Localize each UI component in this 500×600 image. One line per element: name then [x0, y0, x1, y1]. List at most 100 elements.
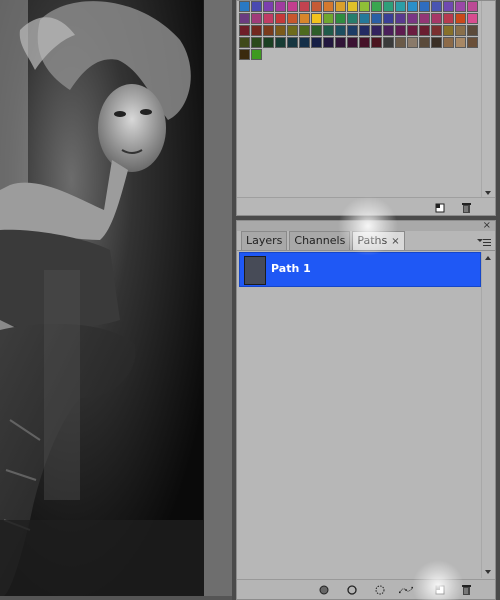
color-swatch[interactable]: [323, 13, 334, 24]
color-swatch[interactable]: [239, 25, 250, 36]
color-swatch[interactable]: [299, 37, 310, 48]
color-swatch[interactable]: [431, 1, 442, 12]
color-swatch[interactable]: [275, 37, 286, 48]
color-swatch[interactable]: [299, 1, 310, 12]
color-swatch[interactable]: [371, 25, 382, 36]
color-swatch[interactable]: [359, 1, 370, 12]
scroll-down-arrow-icon[interactable]: [485, 570, 491, 574]
color-swatch[interactable]: [251, 25, 262, 36]
color-swatch[interactable]: [383, 25, 394, 36]
color-swatch[interactable]: [251, 37, 262, 48]
color-swatch[interactable]: [395, 1, 406, 12]
color-swatch[interactable]: [335, 37, 346, 48]
color-swatch[interactable]: [323, 1, 334, 12]
make-work-path-icon[interactable]: [399, 583, 413, 597]
color-swatch[interactable]: [407, 1, 418, 12]
stroke-path-icon[interactable]: [345, 583, 359, 597]
fill-path-icon[interactable]: [317, 583, 331, 597]
color-swatch[interactable]: [455, 13, 466, 24]
color-swatch[interactable]: [443, 37, 454, 48]
color-swatch[interactable]: [443, 13, 454, 24]
swatches-scrollbar[interactable]: [481, 1, 493, 197]
color-swatch[interactable]: [371, 37, 382, 48]
color-swatch[interactable]: [467, 25, 478, 36]
color-swatch[interactable]: [467, 1, 478, 12]
color-swatch[interactable]: [359, 25, 370, 36]
new-path-icon[interactable]: [433, 583, 447, 597]
paths-scrollbar[interactable]: [481, 252, 493, 578]
tab-layers[interactable]: Layers: [241, 231, 288, 250]
color-swatch[interactable]: [407, 13, 418, 24]
color-swatch[interactable]: [275, 25, 286, 36]
color-swatch[interactable]: [407, 37, 418, 48]
color-swatch[interactable]: [419, 25, 430, 36]
color-swatch[interactable]: [383, 1, 394, 12]
tab-close-icon[interactable]: ×: [391, 236, 399, 247]
color-swatch[interactable]: [287, 25, 298, 36]
color-swatch[interactable]: [263, 25, 274, 36]
color-swatch[interactable]: [383, 37, 394, 48]
color-swatch[interactable]: [239, 1, 250, 12]
scroll-down-arrow-icon[interactable]: [485, 191, 491, 195]
color-swatch[interactable]: [263, 1, 274, 12]
color-swatch[interactable]: [395, 25, 406, 36]
color-swatch[interactable]: [407, 25, 418, 36]
color-swatch[interactable]: [455, 37, 466, 48]
color-swatch[interactable]: [323, 37, 334, 48]
color-swatch[interactable]: [443, 25, 454, 36]
color-swatch[interactable]: [323, 25, 334, 36]
color-swatch[interactable]: [287, 13, 298, 24]
color-swatch[interactable]: [419, 1, 430, 12]
path-row[interactable]: Path 1: [239, 252, 481, 287]
document-canvas[interactable]: [0, 0, 232, 600]
tab-channels[interactable]: Channels: [289, 231, 351, 250]
panel-close-button[interactable]: ×: [483, 221, 491, 231]
panel-menu-icon[interactable]: [477, 237, 491, 247]
color-swatch[interactable]: [431, 13, 442, 24]
color-swatch[interactable]: [347, 1, 358, 12]
color-swatch[interactable]: [251, 49, 262, 60]
color-swatch[interactable]: [359, 37, 370, 48]
color-swatch[interactable]: [347, 25, 358, 36]
color-swatch[interactable]: [395, 13, 406, 24]
color-swatch[interactable]: [239, 37, 250, 48]
color-swatch[interactable]: [311, 1, 322, 12]
color-swatch[interactable]: [263, 13, 274, 24]
color-swatch[interactable]: [347, 37, 358, 48]
trash-icon[interactable]: [459, 201, 473, 215]
color-swatch[interactable]: [239, 49, 250, 60]
color-swatch[interactable]: [467, 37, 478, 48]
color-swatch[interactable]: [251, 13, 262, 24]
color-swatch[interactable]: [347, 13, 358, 24]
color-swatch[interactable]: [287, 37, 298, 48]
color-swatch[interactable]: [311, 13, 322, 24]
color-swatch[interactable]: [251, 1, 262, 12]
color-swatch[interactable]: [275, 13, 286, 24]
color-swatch[interactable]: [431, 37, 442, 48]
color-swatch[interactable]: [371, 1, 382, 12]
color-swatch[interactable]: [443, 1, 454, 12]
color-swatch[interactable]: [419, 37, 430, 48]
color-swatch[interactable]: [335, 13, 346, 24]
color-swatch[interactable]: [371, 13, 382, 24]
color-swatch[interactable]: [455, 1, 466, 12]
color-swatch[interactable]: [335, 25, 346, 36]
tab-paths[interactable]: Paths ×: [352, 231, 405, 250]
color-swatch[interactable]: [263, 37, 274, 48]
color-swatch[interactable]: [383, 13, 394, 24]
color-swatch[interactable]: [455, 25, 466, 36]
color-swatch[interactable]: [419, 13, 430, 24]
color-swatch[interactable]: [431, 25, 442, 36]
trash-icon[interactable]: [459, 583, 473, 597]
color-swatch[interactable]: [299, 13, 310, 24]
color-swatch[interactable]: [239, 13, 250, 24]
color-swatch[interactable]: [335, 1, 346, 12]
color-swatch[interactable]: [311, 25, 322, 36]
color-swatch[interactable]: [275, 1, 286, 12]
color-swatch[interactable]: [287, 1, 298, 12]
color-swatch[interactable]: [395, 37, 406, 48]
color-swatch[interactable]: [299, 25, 310, 36]
color-swatch[interactable]: [467, 13, 478, 24]
color-swatch[interactable]: [311, 37, 322, 48]
new-swatch-icon[interactable]: [433, 201, 447, 215]
